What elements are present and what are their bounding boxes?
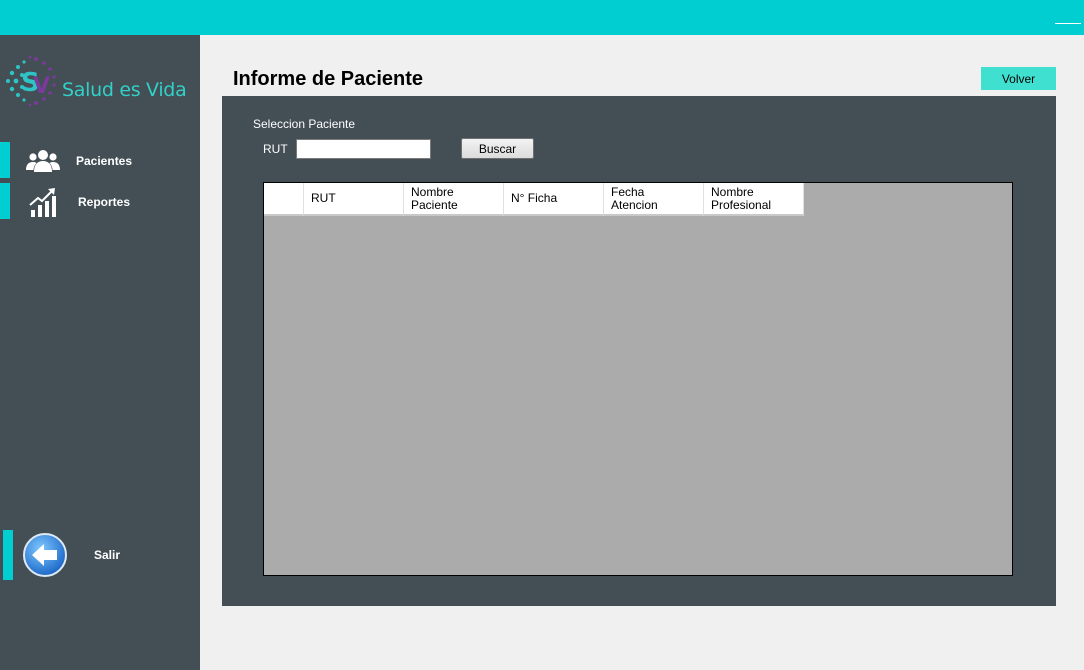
report-panel: Seleccion Paciente RUT Buscar RUT Nombre… <box>222 96 1056 606</box>
column-header-n-ficha[interactable]: N° Ficha <box>504 183 604 216</box>
select-patient-label: Seleccion Paciente <box>253 117 356 131</box>
sidebar: S V Salud es Vida Pacientes Reportes Sal… <box>0 35 200 670</box>
rut-input[interactable] <box>296 139 431 159</box>
column-header-nombre-profesional[interactable]: Nombre Profesional <box>704 183 804 216</box>
sidebar-item-pacientes[interactable]: Pacientes <box>0 142 200 178</box>
column-header-fecha-atencion[interactable]: Fecha Atencion <box>604 183 704 216</box>
users-icon <box>26 150 60 172</box>
sidebar-item-label: Salir <box>94 548 121 562</box>
sidebar-item-label: Reportes <box>78 195 131 209</box>
page-title: Informe de Paciente <box>233 68 424 90</box>
nav-accent <box>0 142 10 178</box>
column-header-nombre-paciente[interactable]: Nombre Paciente <box>404 183 504 216</box>
nav-accent <box>3 530 13 580</box>
chart-growth-icon <box>29 188 56 217</box>
volver-button[interactable]: Volver <box>981 67 1056 90</box>
column-header-rut[interactable]: RUT <box>304 183 404 216</box>
title-bar <box>0 0 1084 35</box>
svg-text:V: V <box>33 74 50 99</box>
logo-icon: S V <box>6 55 56 107</box>
buscar-button[interactable]: Buscar <box>461 138 534 159</box>
rut-label: RUT <box>263 142 288 156</box>
minimize-icon[interactable] <box>1055 14 1081 24</box>
nav-accent <box>0 183 10 219</box>
sidebar-item-reportes[interactable]: Reportes <box>0 183 200 219</box>
logo-text: Salud es Vida <box>62 79 187 101</box>
patient-report-table[interactable]: RUT Nombre Paciente N° Ficha Fecha Atenc… <box>263 182 1013 576</box>
row-header-corner[interactable] <box>264 183 304 216</box>
sidebar-item-label: Pacientes <box>76 154 133 168</box>
sidebar-item-salir[interactable]: Salir <box>0 530 200 580</box>
back-arrow-icon <box>23 533 67 577</box>
table-header: RUT Nombre Paciente N° Ficha Fecha Atenc… <box>264 183 804 216</box>
logo: S V Salud es Vida <box>4 51 194 111</box>
